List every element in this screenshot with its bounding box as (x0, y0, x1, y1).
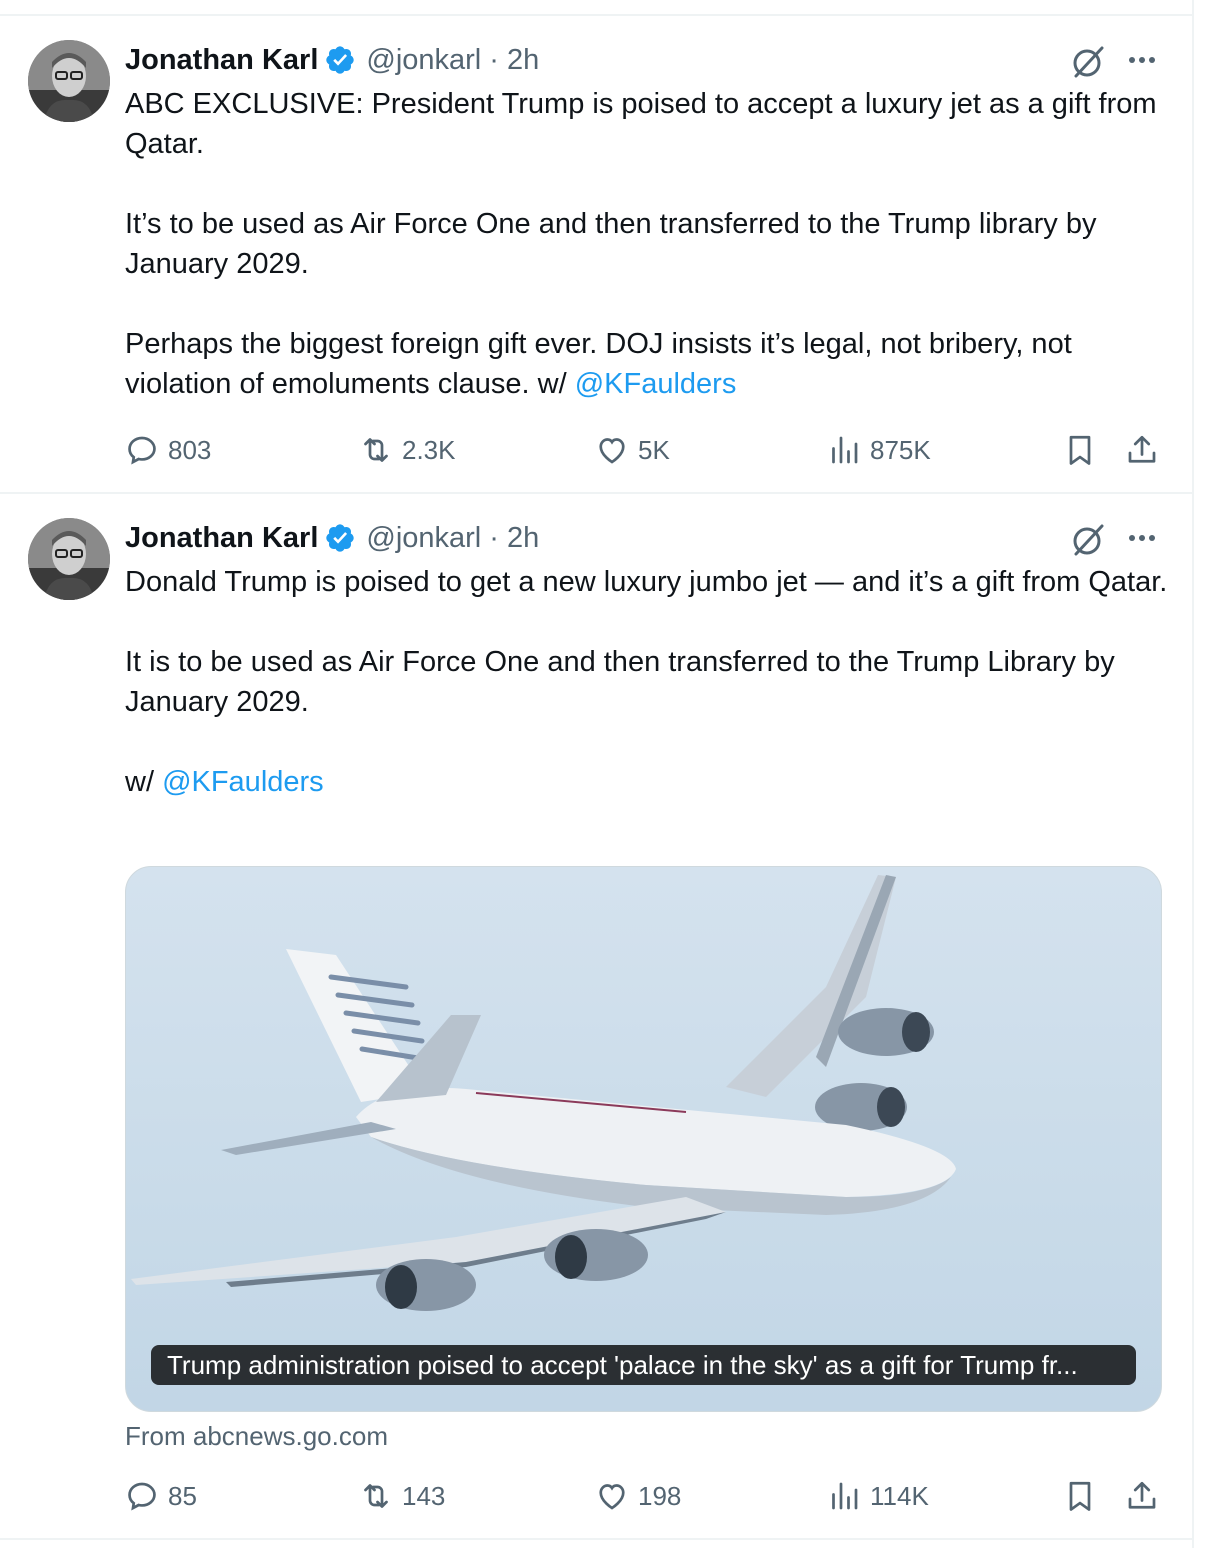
verified-badge-icon (326, 524, 355, 552)
like-button[interactable]: 5K (594, 430, 670, 470)
bookmark-icon[interactable] (1062, 1478, 1098, 1514)
views-icon (832, 436, 858, 464)
repost-count: 2.3K (402, 434, 456, 465)
tweet-text: ABC EXCLUSIVE: President Trump is poised… (125, 84, 1175, 404)
tweet-paragraph: It’s to be used as Air Force One and the… (125, 208, 1105, 280)
tweet-paragraph: ABC EXCLUSIVE: President Trump is poised… (125, 88, 1165, 160)
reply-count: 803 (168, 434, 212, 465)
top-divider (0, 14, 1192, 16)
view-count: 875K (870, 434, 931, 465)
card-caption: Trump administration poised to accept 'p… (151, 1345, 1136, 1385)
avatar[interactable] (28, 40, 110, 122)
handle-time[interactable]: @jonkarl · 2h (366, 44, 539, 77)
link-card[interactable]: Trump administration poised to accept 'p… (125, 866, 1162, 1412)
mention-link[interactable]: @KFaulders (575, 368, 737, 400)
views-icon (832, 1482, 858, 1510)
repost-button[interactable]: 143 (358, 1476, 445, 1516)
jet-photo (131, 875, 956, 1311)
more-icon[interactable] (1124, 518, 1160, 558)
grok-icon[interactable] (1068, 42, 1108, 82)
grok-icon[interactable] (1068, 520, 1108, 560)
card-source[interactable]: From abcnews.go.com (125, 1418, 388, 1454)
repost-icon (364, 1484, 388, 1508)
repost-count: 143 (402, 1480, 446, 1511)
tweet-paragraph: Donald Trump is poised to get a new luxu… (125, 566, 1168, 598)
like-count: 5K (638, 434, 670, 465)
handle-time[interactable]: @jonkarl · 2h (366, 522, 539, 555)
view-count: 114K (870, 1480, 929, 1511)
mention-link[interactable]: @KFaulders (162, 766, 324, 798)
reply-button[interactable]: 803 (124, 430, 211, 470)
share-icon[interactable] (1124, 1478, 1160, 1514)
timeline-border (1192, 0, 1194, 1548)
reply-button[interactable]: 85 (124, 1476, 197, 1516)
tweet-divider (0, 492, 1192, 494)
tweet-paragraph: It is to be used as Air Force One and th… (125, 646, 1123, 718)
reply-icon (128, 436, 156, 465)
bookmark-icon[interactable] (1062, 432, 1098, 468)
reply-count: 85 (168, 1480, 197, 1511)
like-icon (599, 438, 625, 464)
repost-icon (364, 438, 388, 462)
verified-badge-icon (326, 46, 355, 74)
author-name[interactable]: Jonathan Karl (125, 522, 318, 555)
views-button[interactable]: 114K (826, 1476, 929, 1516)
tweet-text: Donald Trump is poised to get a new luxu… (125, 562, 1175, 802)
avatar[interactable] (28, 518, 110, 600)
share-icon[interactable] (1124, 432, 1160, 468)
more-icon[interactable] (1124, 40, 1160, 80)
like-count: 198 (638, 1480, 682, 1511)
like-icon (599, 1484, 625, 1510)
views-button[interactable]: 875K (826, 430, 931, 470)
tweet-paragraph: w/ (125, 766, 163, 798)
action-bar: 85 143 198 114K (0, 1476, 1192, 1516)
author-name[interactable]: Jonathan Karl (125, 44, 318, 77)
action-bar: 803 2.3K 5K 875K (0, 430, 1192, 470)
like-button[interactable]: 198 (594, 1476, 681, 1516)
bottom-divider (0, 1538, 1192, 1540)
repost-button[interactable]: 2.3K (358, 430, 456, 470)
reply-icon (128, 1482, 156, 1511)
